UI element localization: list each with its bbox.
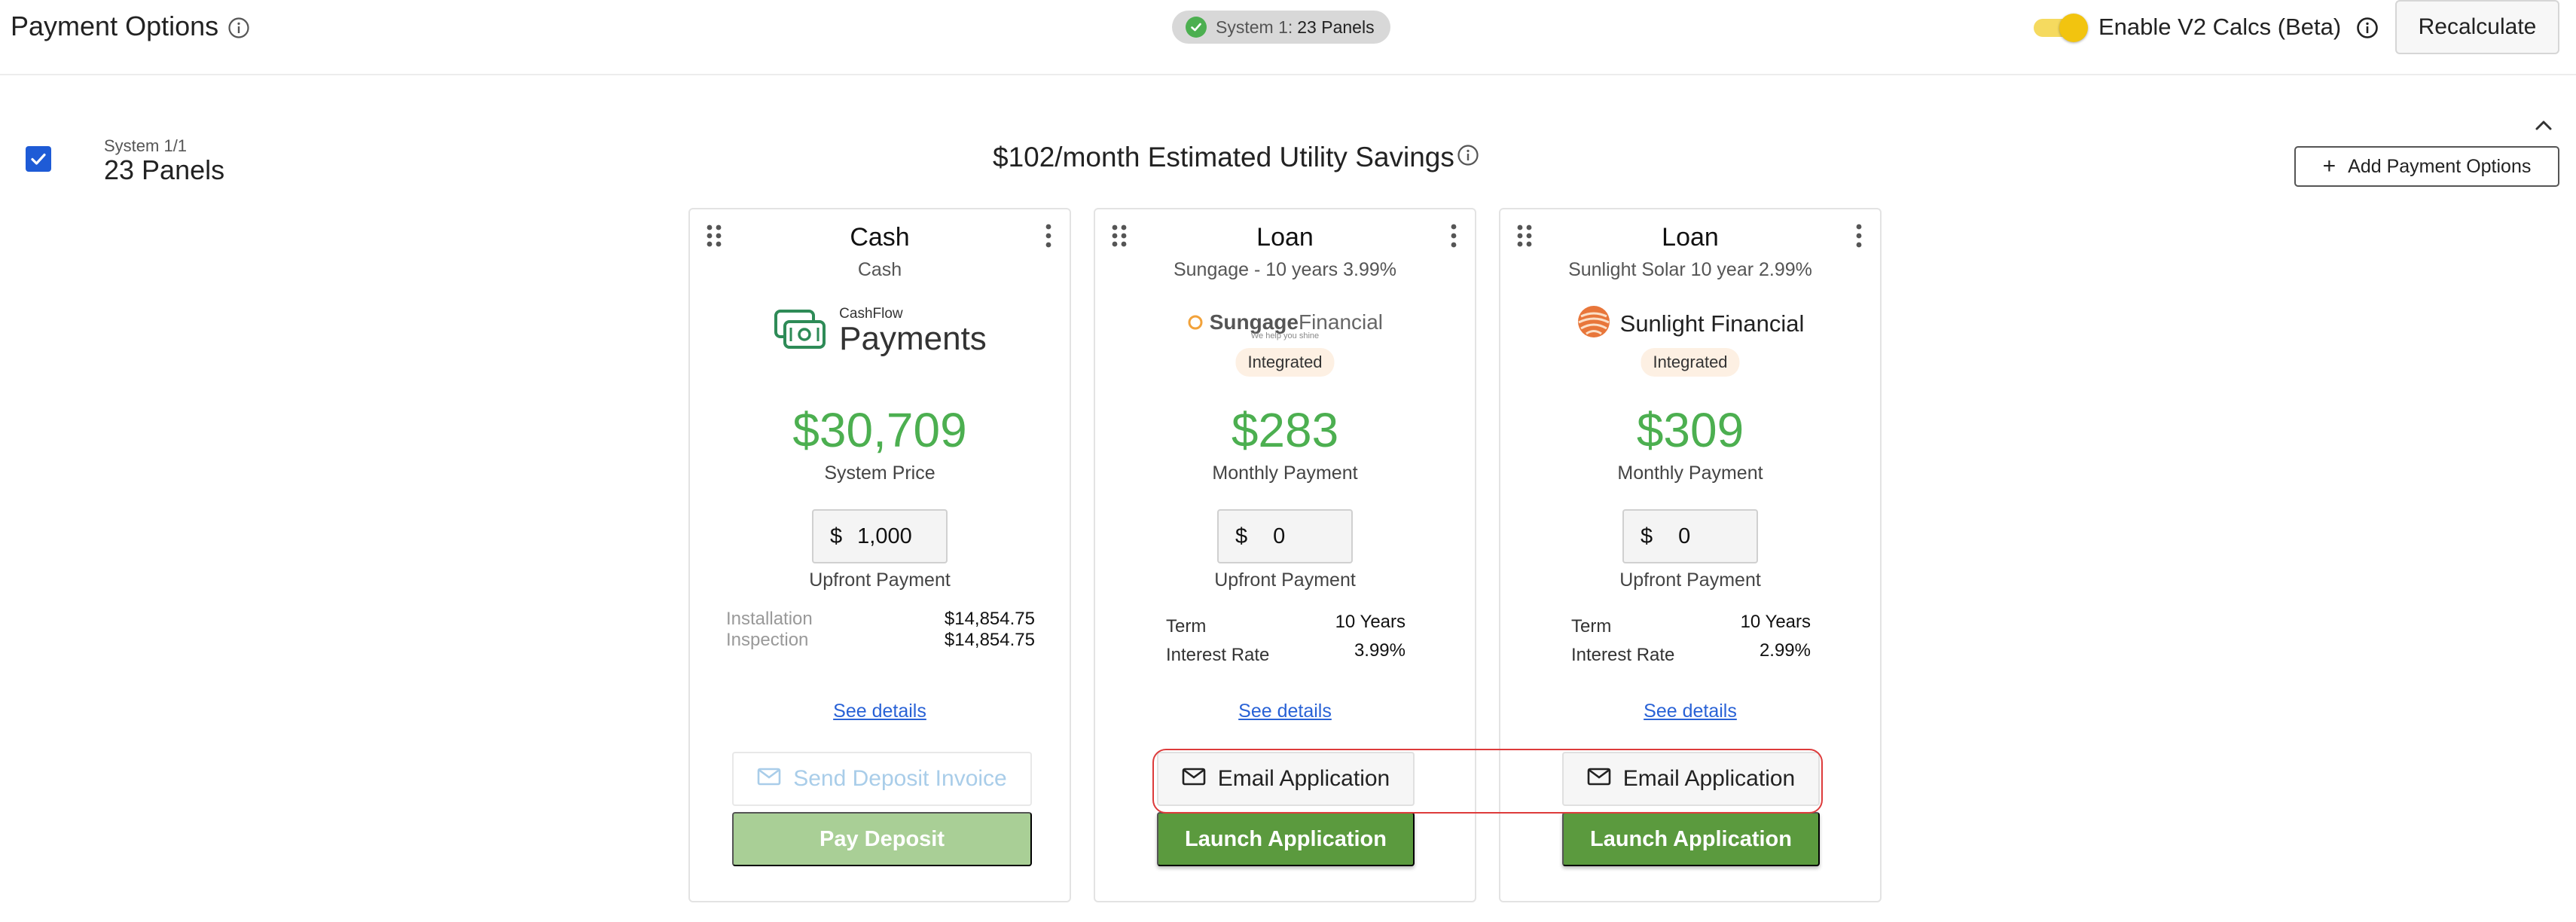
sungage-logo-brand: Sungage [1209, 310, 1299, 334]
sungage-logo-tagline: We help you shine [1250, 331, 1320, 340]
check-circle-icon [1186, 17, 1207, 38]
upfront-payment-value: 1,000 [857, 524, 912, 548]
sunlight-logo-brand: Sunlight Financial [1619, 310, 1805, 337]
sunlight-logo: Sunlight Financial [1500, 304, 1880, 343]
payment-card-cash: Cash Cash CashFlow Payments $30,709 Syst… [688, 208, 1071, 902]
mail-icon [1182, 766, 1206, 792]
card-amount-label: Monthly Payment [1212, 463, 1358, 484]
detail-label: Interest Rate [1571, 645, 1675, 665]
system-checkbox[interactable] [26, 146, 51, 172]
upfront-payment-input[interactable]: $ 1,000 [812, 509, 948, 563]
info-icon[interactable] [227, 17, 250, 39]
system-pill-value: 23 Panels [1297, 17, 1375, 37]
detail-value: 10 Years [1740, 612, 1811, 632]
email-application-button[interactable]: Email Application [1157, 752, 1415, 806]
card-amount: $283 [1231, 403, 1339, 457]
mail-icon [1587, 766, 1611, 792]
detail-label: Interest Rate [1166, 645, 1270, 665]
sungage-logo: SungageFinancial We help you shine [1095, 310, 1475, 340]
card-title: Cash [850, 223, 910, 252]
card-subtitle: Sungage - 10 years 3.99% [1173, 259, 1397, 280]
detail-value: $14,854.75 [944, 609, 1035, 629]
detail-value: 2.99% [1759, 640, 1811, 661]
card-subtitle: Sunlight Solar 10 year 2.99% [1568, 259, 1812, 280]
detail-value: 10 Years [1335, 612, 1406, 632]
detail-value: $14,854.75 [944, 630, 1035, 650]
system-status-pill: System 1: 23 Panels [1172, 11, 1390, 44]
send-deposit-invoice-button[interactable]: Send Deposit Invoice [732, 752, 1032, 806]
card-amount-label: System Price [824, 463, 935, 484]
estimated-savings: $102/month Estimated Utility Savings [993, 142, 1454, 172]
sunlight-logo-icon [1576, 304, 1611, 343]
system-panels: 23 Panels [104, 154, 225, 185]
pay-deposit-button[interactable]: Pay Deposit [732, 812, 1032, 866]
card-title: Loan [1662, 223, 1719, 252]
system-pill-label: System 1: [1216, 17, 1293, 37]
system-label: System 1/1 [104, 136, 188, 155]
integrated-badge: Integrated [1641, 348, 1740, 377]
see-details-link[interactable]: See details [1095, 701, 1475, 722]
card-amount-label: Monthly Payment [1617, 463, 1763, 484]
upfront-payment-label: Upfront Payment [809, 569, 951, 591]
detail-label: Installation [726, 609, 813, 629]
upfront-payment-value: 0 [1678, 524, 1691, 548]
card-title: Loan [1256, 223, 1314, 252]
upfront-payment-input[interactable]: $ 0 [1622, 509, 1758, 563]
sungage-logo-suffix: Financial [1298, 310, 1384, 334]
email-application-label: Email Application [1217, 766, 1390, 791]
upfront-payment-value: 0 [1273, 524, 1286, 548]
detail-label: Inspection [726, 630, 809, 650]
see-details-link[interactable]: See details [690, 701, 1070, 722]
plus-icon: + [2322, 154, 2336, 179]
integrated-badge: Integrated [1235, 348, 1335, 377]
v2-calcs-toggle-label: Enable V2 Calcs (Beta) [2098, 14, 2342, 40]
page-title: Payment Options [11, 11, 219, 41]
email-application-button[interactable]: Email Application [1562, 752, 1820, 806]
upfront-payment-label: Upfront Payment [1214, 569, 1356, 591]
add-payment-options-button[interactable]: + Add Payment Options [2294, 146, 2559, 187]
sungage-logo-icon [1187, 310, 1210, 334]
email-application-label: Email Application [1622, 766, 1796, 791]
card-amount: $309 [1636, 403, 1744, 457]
card-subtitle: Cash [857, 259, 902, 280]
launch-application-button[interactable]: Launch Application [1157, 812, 1415, 866]
currency-symbol: $ [1641, 524, 1653, 548]
upfront-payment-label: Upfront Payment [1619, 569, 1761, 591]
upfront-payment-input[interactable]: $ 0 [1217, 509, 1353, 563]
v2-calcs-toggle[interactable] [2034, 14, 2088, 42]
page-header: Payment Options System 1: 23 Panels Enab… [0, 0, 2576, 75]
mail-icon [757, 766, 781, 792]
detail-label: Term [1571, 616, 1612, 637]
chevron-up-icon[interactable] [2532, 114, 2555, 141]
detail-label: Term [1166, 616, 1207, 637]
info-icon[interactable] [2356, 17, 2379, 39]
cashflow-logo: CashFlow Payments [690, 306, 1070, 356]
info-icon[interactable] [1457, 144, 1479, 166]
cashflow-logo-icon [773, 307, 827, 356]
cashflow-logo-big: Payments [839, 320, 987, 357]
card-amount: $30,709 [792, 403, 967, 457]
detail-value: 3.99% [1354, 640, 1406, 661]
currency-symbol: $ [830, 524, 843, 548]
add-payment-options-label: Add Payment Options [2348, 155, 2532, 177]
currency-symbol: $ [1235, 524, 1248, 548]
recalculate-button[interactable]: Recalculate [2395, 0, 2559, 54]
payment-card-sungage: Loan Sungage - 10 years 3.99% SungageFin… [1094, 208, 1476, 902]
payment-card-sunlight: Loan Sunlight Solar 10 year 2.99% Sunlig… [1499, 208, 1882, 902]
launch-application-button[interactable]: Launch Application [1562, 812, 1820, 866]
see-details-link[interactable]: See details [1500, 701, 1880, 722]
send-deposit-invoice-label: Send Deposit Invoice [793, 766, 1007, 791]
